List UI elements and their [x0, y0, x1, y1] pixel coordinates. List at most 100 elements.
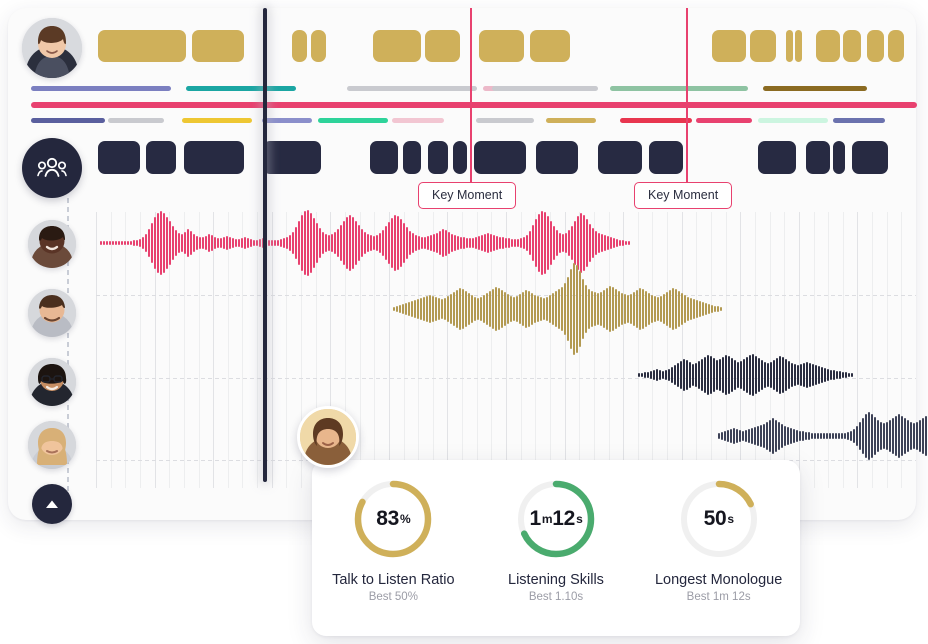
- waveform-bar: [235, 239, 237, 247]
- waveform-bar: [601, 234, 603, 252]
- topic-segment[interactable]: [98, 30, 186, 62]
- waveform-bar: [842, 372, 844, 378]
- waveform-bar: [322, 232, 324, 254]
- speaker-segment[interactable]: [146, 141, 176, 174]
- topic-segment[interactable]: [425, 30, 460, 62]
- waveform-bar: [211, 235, 213, 251]
- speaker-segment[interactable]: [758, 141, 796, 174]
- avatar-participant-2[interactable]: [28, 289, 76, 337]
- waveform-bar: [690, 298, 692, 320]
- waveform-bar: [399, 305, 401, 313]
- metric-longest-monologue[interactable]: 50 s Longest Monologue Best 1m 12s: [644, 478, 794, 603]
- speaker-segment[interactable]: [370, 141, 398, 174]
- avatar-participant-1[interactable]: [28, 220, 76, 268]
- topic-segment[interactable]: [192, 30, 244, 62]
- waveform-bar: [232, 238, 234, 248]
- waveform-bar: [220, 238, 222, 248]
- key-moment-line[interactable]: [686, 8, 688, 190]
- playhead[interactable]: [263, 8, 267, 482]
- speaker-segment[interactable]: [403, 141, 421, 174]
- topic-segment[interactable]: [530, 30, 570, 62]
- topic-segment[interactable]: [292, 30, 307, 62]
- metric-listening-skills[interactable]: 1 m 12 s Listening Skills Best 1.10s: [481, 478, 631, 603]
- waveform-bar: [564, 283, 566, 335]
- group-button[interactable]: [22, 138, 82, 198]
- waveform-bar: [402, 304, 404, 314]
- topic-segment[interactable]: [373, 30, 421, 62]
- waveform-bar: [562, 234, 564, 252]
- topic-segment[interactable]: [311, 30, 326, 62]
- waveform-bar: [307, 210, 309, 276]
- waveform-bar: [781, 424, 783, 448]
- waveform-bar: [767, 363, 769, 387]
- speaker-segment[interactable]: [649, 141, 683, 174]
- speaker-segment[interactable]: [428, 141, 448, 174]
- waveform-bar: [808, 432, 810, 440]
- signal-segment: [262, 118, 312, 123]
- waveform-bar: [477, 298, 479, 320]
- speaker-segment[interactable]: [453, 141, 467, 174]
- waveform-bar: [650, 371, 652, 379]
- waveform-speaker-4[interactable]: [718, 409, 928, 463]
- topic-segment[interactable]: [867, 30, 884, 62]
- metric-title: Longest Monologue: [654, 572, 783, 588]
- waveform-bar: [784, 426, 786, 446]
- waveform-bar: [823, 433, 825, 439]
- speaker-segment[interactable]: [184, 141, 244, 174]
- avatar-participant-3[interactable]: [28, 358, 76, 406]
- waveform-bar: [901, 416, 903, 456]
- waveform-bar: [178, 233, 180, 253]
- speaker-segment[interactable]: [598, 141, 642, 174]
- topic-segment[interactable]: [843, 30, 861, 62]
- waveform-bar: [531, 293, 533, 325]
- waveform-bar: [576, 265, 578, 353]
- speaker-segment[interactable]: [806, 141, 830, 174]
- waveform-bar: [654, 296, 656, 322]
- avatar-participant-4[interactable]: [28, 421, 76, 469]
- speaker-segment[interactable]: [536, 141, 578, 174]
- waveform-speaker-3[interactable]: [638, 351, 853, 399]
- waveform-bar: [340, 225, 342, 261]
- topic-segment[interactable]: [816, 30, 840, 62]
- collapse-rail-button[interactable]: [32, 484, 72, 524]
- topic-track[interactable]: [0, 30, 928, 62]
- waveform-bar: [648, 293, 650, 325]
- avatar-host[interactable]: [22, 18, 82, 78]
- waveform-bar: [597, 293, 599, 325]
- speaker-segment[interactable]: [263, 141, 321, 174]
- speaker-track[interactable]: [0, 141, 928, 174]
- waveform-bar: [835, 433, 837, 439]
- topic-segment[interactable]: [888, 30, 904, 62]
- waveform-bar: [832, 433, 834, 439]
- speaker-segment[interactable]: [852, 141, 888, 174]
- waveform-bar: [271, 240, 273, 246]
- waveform-bar: [187, 229, 189, 257]
- metric-talk-to-listen-ratio[interactable]: 83% Talk to Listen Ratio Best 50%: [318, 478, 468, 603]
- waveform-speaker-2[interactable]: [393, 260, 722, 358]
- waveform-bar: [439, 231, 441, 255]
- waveform-bar: [665, 370, 667, 380]
- topic-segment[interactable]: [712, 30, 746, 62]
- key-moment-label[interactable]: Key Moment: [418, 182, 517, 209]
- key-moment-label[interactable]: Key Moment: [634, 182, 733, 209]
- waveform-bar: [244, 237, 246, 249]
- waveform-bar: [166, 217, 168, 269]
- waveform-bar: [160, 211, 162, 275]
- waveform-bar: [334, 232, 336, 254]
- topic-segment[interactable]: [795, 30, 802, 62]
- waveform-bar: [433, 234, 435, 252]
- waveform-bar: [157, 213, 159, 273]
- metric-title: Listening Skills: [508, 572, 604, 588]
- topic-segment[interactable]: [479, 30, 524, 62]
- speaker-segment[interactable]: [474, 141, 526, 174]
- speaker-segment[interactable]: [833, 141, 845, 174]
- metrics-card-avatar[interactable]: [297, 406, 359, 468]
- speaker-segment[interactable]: [98, 141, 140, 174]
- waveform-bar: [787, 427, 789, 445]
- waveform-bar: [385, 226, 387, 260]
- topic-segment[interactable]: [750, 30, 776, 62]
- key-moment-line[interactable]: [470, 8, 472, 190]
- topic-segment[interactable]: [786, 30, 793, 62]
- waveform-bar: [526, 235, 528, 251]
- waveform-bar: [802, 431, 804, 441]
